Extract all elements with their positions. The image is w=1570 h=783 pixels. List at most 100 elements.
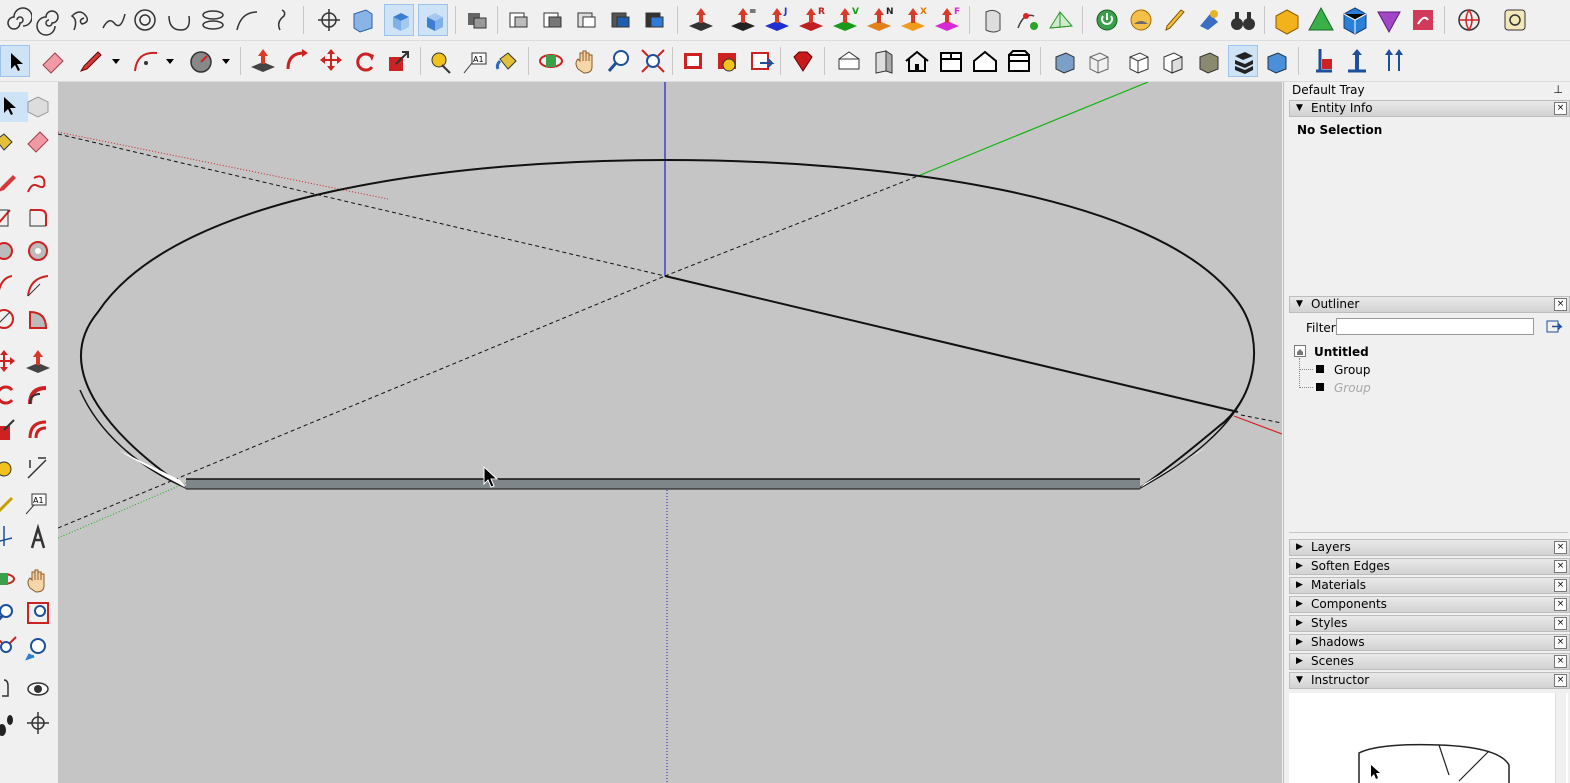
- import-icon[interactable]: [1308, 45, 1338, 77]
- warehouse-icon[interactable]: [1500, 4, 1530, 36]
- previous-view-icon[interactable]: [24, 632, 52, 662]
- close-icon[interactable]: ×: [1554, 102, 1567, 115]
- pencil-icon[interactable]: [1160, 4, 1190, 36]
- sandbox-icon[interactable]: [1012, 4, 1042, 36]
- outliner-group-item-hidden[interactable]: Group: [1334, 381, 1371, 395]
- panel-styles[interactable]: ▶ Styles ×: [1289, 615, 1570, 632]
- solid-tools-icon[interactable]: [462, 4, 492, 36]
- section-icon[interactable]: [538, 4, 568, 36]
- text-icon[interactable]: A1: [460, 45, 490, 77]
- pencil-icon[interactable]: [76, 45, 106, 77]
- text-icon[interactable]: A1: [24, 488, 52, 518]
- upload-icon[interactable]: [1378, 45, 1408, 77]
- outliner-filter-input[interactable]: [1336, 318, 1534, 335]
- spiral-icon[interactable]: [2, 4, 32, 36]
- shape-icon[interactable]: [1306, 4, 1336, 36]
- pan-icon[interactable]: [24, 564, 52, 594]
- back-view-icon[interactable]: [1004, 45, 1034, 77]
- section-icon[interactable]: [640, 4, 670, 36]
- rotate-icon[interactable]: [350, 45, 380, 77]
- panel-outliner[interactable]: ▼ Outliner ×: [1289, 296, 1570, 313]
- section-icon[interactable]: [572, 4, 602, 36]
- close-icon[interactable]: ×: [1554, 579, 1567, 592]
- circle-top-edge[interactable]: [80, 158, 1256, 489]
- scale-icon[interactable]: [384, 45, 414, 77]
- close-icon[interactable]: ×: [1554, 598, 1567, 611]
- binoculars-icon[interactable]: [1228, 4, 1258, 36]
- xray-icon[interactable]: [1050, 45, 1080, 77]
- spiral-icon[interactable]: [66, 4, 96, 36]
- monochrome-icon[interactable]: [1228, 45, 1258, 77]
- orbit-icon[interactable]: [536, 45, 566, 77]
- outliner-root[interactable]: Untitled: [1314, 345, 1369, 359]
- sun-icon[interactable]: [1126, 4, 1156, 36]
- follow-me-icon[interactable]: [282, 45, 312, 77]
- close-icon[interactable]: ×: [1554, 636, 1567, 649]
- hidden-line-icon[interactable]: [1124, 45, 1154, 77]
- radius-edge[interactable]: [664, 275, 1239, 413]
- globe-icon[interactable]: [1454, 4, 1484, 36]
- curve-icon[interactable]: [98, 4, 128, 36]
- polygon-icon[interactable]: [24, 236, 52, 266]
- top-view-icon[interactable]: [384, 4, 414, 36]
- home-view-icon[interactable]: [902, 45, 932, 77]
- position-camera-icon[interactable]: [314, 4, 344, 36]
- close-icon[interactable]: ×: [1554, 674, 1567, 687]
- iso-view-icon[interactable]: [834, 45, 864, 77]
- component-icon[interactable]: [1262, 45, 1292, 77]
- zoom-extents-icon[interactable]: [638, 45, 668, 77]
- spiral-icon[interactable]: [34, 4, 64, 36]
- panel-scenes[interactable]: ▶ Scenes ×: [1289, 653, 1570, 670]
- look-around-icon[interactable]: [24, 674, 52, 704]
- textured-icon[interactable]: [1194, 45, 1224, 77]
- spiral-icon[interactable]: [130, 4, 160, 36]
- spiral-icon[interactable]: [164, 4, 194, 36]
- model-info-icon[interactable]: [712, 45, 742, 77]
- power-icon[interactable]: [1092, 4, 1122, 36]
- push-pull-icon[interactable]: N: [864, 4, 894, 36]
- arc-icon[interactable]: [232, 4, 262, 36]
- follow-me-icon[interactable]: [24, 380, 52, 410]
- panel-layers[interactable]: ▶ Layers ×: [1289, 539, 1570, 556]
- instructor-scrollbar[interactable]: [1555, 693, 1566, 783]
- push-pull-icon[interactable]: [686, 4, 716, 36]
- panel-soften-edges[interactable]: ▶ Soften Edges ×: [1289, 558, 1570, 575]
- chevron-down-icon[interactable]: [158, 45, 188, 77]
- arc-icon[interactable]: [24, 270, 52, 300]
- filter-go-icon[interactable]: [1546, 318, 1563, 335]
- dimension-icon[interactable]: [24, 454, 52, 484]
- spiral-icon[interactable]: [198, 4, 228, 36]
- upload-icon[interactable]: [1342, 45, 1372, 77]
- shape-icon[interactable]: [1272, 4, 1302, 36]
- wireframe-icon[interactable]: [1084, 45, 1114, 77]
- push-pull-icon[interactable]: [24, 346, 52, 376]
- move-icon[interactable]: [316, 45, 346, 77]
- shaded-icon[interactable]: [1158, 45, 1188, 77]
- push-pull-icon[interactable]: F: [932, 4, 962, 36]
- panel-materials[interactable]: ▶ Materials ×: [1289, 577, 1570, 594]
- export-icon[interactable]: [746, 45, 776, 77]
- close-icon[interactable]: ×: [1554, 298, 1567, 311]
- push-pull-icon[interactable]: V: [830, 4, 860, 36]
- panel-instructor[interactable]: ▼ Instructor ×: [1289, 672, 1570, 689]
- close-icon[interactable]: ×: [1554, 541, 1567, 554]
- right-view-icon[interactable]: [970, 45, 1000, 77]
- push-pull-icon[interactable]: J: [762, 4, 792, 36]
- panel-entity-info[interactable]: ▼ Entity Info ×: [1289, 100, 1570, 117]
- layout-icon[interactable]: [678, 45, 708, 77]
- modeling-viewport[interactable]: [58, 82, 1282, 783]
- shape-icon[interactable]: [1408, 4, 1438, 36]
- zoom-window-icon[interactable]: [24, 598, 52, 628]
- offset-icon[interactable]: [24, 414, 52, 444]
- front-view-icon[interactable]: [418, 4, 448, 36]
- push-pull-icon[interactable]: =: [728, 4, 758, 36]
- ruby-icon[interactable]: [788, 45, 818, 77]
- outliner-group-item[interactable]: Group: [1334, 363, 1371, 377]
- eraser-icon[interactable]: [38, 45, 68, 77]
- close-icon[interactable]: ×: [1554, 617, 1567, 630]
- rotated-rectangle-icon[interactable]: [24, 202, 52, 232]
- select-icon[interactable]: [0, 45, 30, 77]
- shape-icon[interactable]: [1374, 4, 1404, 36]
- paint-icon[interactable]: [1194, 4, 1224, 36]
- circle-icon[interactable]: [186, 45, 216, 77]
